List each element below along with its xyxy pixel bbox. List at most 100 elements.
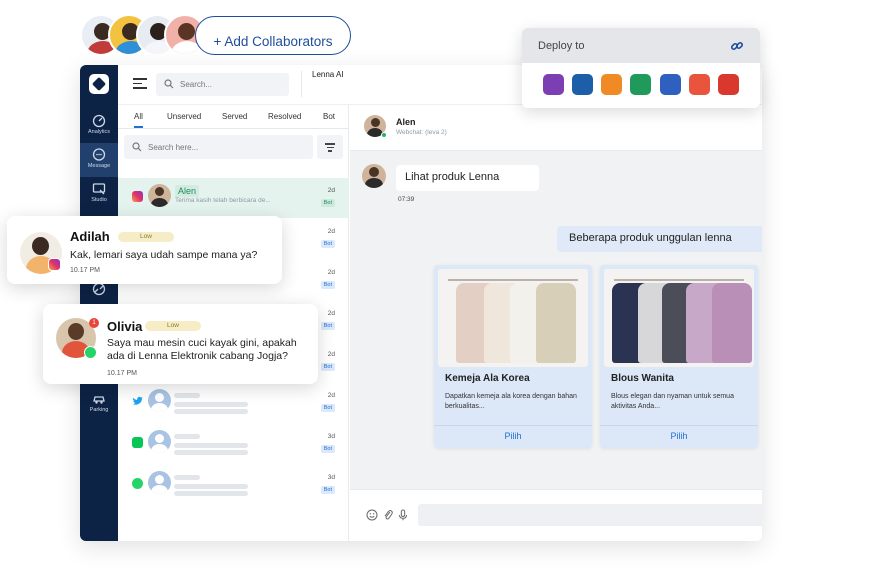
bot-badge: Bot	[320, 199, 335, 207]
sidebar-item-label: Parking	[89, 407, 109, 413]
avatar	[148, 471, 171, 494]
car-icon	[93, 396, 105, 404]
tab-all[interactable]: All	[134, 112, 143, 128]
app-window: Analytics Message Studio Parking Search.…	[80, 65, 762, 541]
avatar	[148, 184, 171, 207]
conversation-age: 3d	[327, 433, 335, 440]
conversation-age: 2d	[327, 187, 335, 194]
placeholder-line	[174, 484, 248, 489]
messenger-icon[interactable]	[543, 74, 564, 95]
notification-card[interactable]: Adilah Low Kak, lemari saya udah sampe m…	[7, 216, 282, 284]
instagram-icon	[132, 191, 143, 202]
sync-icon[interactable]	[572, 74, 593, 95]
notification-time: 10.17 PM	[70, 267, 100, 274]
studio-icon	[92, 183, 106, 195]
notification-message: Saya mau mesin cuci kayak gini, apakah a…	[107, 337, 297, 362]
instagram-icon	[48, 258, 61, 271]
line-icon	[132, 437, 143, 448]
emoji-icon[interactable]	[366, 509, 378, 521]
deploy-title: Deploy to	[538, 40, 585, 52]
outgoing-message: Beberapa produk unggulan lenna	[557, 226, 762, 252]
topbar-divider	[301, 71, 302, 97]
filter-button[interactable]	[317, 135, 343, 159]
workspace-name: Lenna AI	[312, 70, 344, 79]
sidebar-item-analytics[interactable]: Analytics	[80, 109, 118, 143]
sidebar-item-studio[interactable]: Studio	[80, 177, 118, 211]
customer-name: Adilah	[70, 229, 110, 244]
bot-badge: Bot	[320, 240, 335, 248]
bot-badge: Bot	[320, 445, 335, 453]
home-icon[interactable]	[601, 74, 622, 95]
attachment-icon[interactable]	[382, 509, 394, 521]
priority-badge: Low	[145, 321, 201, 331]
placeholder-line	[174, 443, 248, 448]
conversation-search-input[interactable]	[148, 140, 298, 154]
chat-panel: Alen Webchat: (leva 2) Lihat produk Lenn…	[350, 105, 762, 541]
avatar	[148, 430, 171, 453]
sidebar-item-message[interactable]: Message	[80, 143, 118, 177]
product-card: Kemeja Ala Korea Dapatkan kemeja ala kor…	[434, 265, 592, 448]
whatsapp-icon	[84, 346, 97, 359]
conversation-preview: Terima kasih telah berbicara de...	[175, 197, 271, 204]
conversation-search	[124, 135, 313, 159]
sidebar-item-label: Analytics	[87, 129, 110, 135]
kiosk-icon[interactable]	[718, 74, 739, 95]
online-indicator	[381, 132, 387, 138]
message-input[interactable]	[418, 504, 762, 526]
bot-badge: Bot	[320, 322, 335, 330]
notification-card[interactable]: 1 Olivia Low Saya mau mesin cuci kayak g…	[43, 304, 318, 384]
incoming-message: Lihat produk Lenna	[396, 165, 539, 191]
sidebar-item-label: Studio	[91, 197, 107, 203]
placeholder-line	[174, 409, 248, 414]
chat-header: Alen Webchat: (leva 2)	[350, 105, 762, 151]
conversation-item[interactable]: 2d Bot	[118, 383, 349, 423]
conversation-age: 2d	[327, 269, 335, 276]
message-time: 07:39	[398, 196, 415, 203]
conversation-item[interactable]: Alen Terima kasih telah berbicara de... …	[118, 178, 349, 218]
message-composer	[350, 489, 762, 541]
contact-name: Alen	[396, 117, 416, 127]
chat-icon[interactable]	[630, 74, 651, 95]
filter-icon	[325, 143, 335, 145]
product-image	[438, 269, 588, 367]
deploy-header: Deploy to	[522, 28, 760, 63]
customer-name: Olivia	[107, 319, 143, 334]
conversation-age: 2d	[327, 228, 335, 235]
placeholder-line	[174, 402, 248, 407]
play-icon[interactable]	[689, 74, 710, 95]
notification-message: Kak, lemari saya udah sampe mana ya?	[70, 249, 258, 261]
add-collaborators-button[interactable]: + Add Collaborators	[195, 16, 351, 55]
sidebar-rail: Analytics Message Studio Parking	[80, 65, 118, 541]
microphone-icon[interactable]	[397, 509, 409, 521]
tab-resolved[interactable]: Resolved	[268, 112, 301, 121]
plugin-icon[interactable]	[660, 74, 681, 95]
conversation-item[interactable]: 3d Bot	[118, 465, 349, 505]
whatsapp-icon	[132, 478, 143, 489]
tab-bot[interactable]: Bot	[323, 112, 335, 121]
product-image	[604, 269, 754, 367]
sidebar-item-parking[interactable]: Parking	[80, 387, 118, 421]
product-title: Kemeja Ala Korea	[445, 373, 530, 384]
stage: + Add Collaborators Analytics Message St…	[0, 0, 887, 569]
conversation-age: 3d	[327, 474, 335, 481]
placeholder-line	[174, 393, 200, 398]
select-product-button[interactable]: Pilih	[600, 425, 758, 448]
placeholder-line	[174, 450, 248, 455]
conversation-age: 2d	[327, 310, 335, 317]
tab-served[interactable]: Served	[222, 112, 247, 121]
unread-count-badge: 1	[89, 318, 99, 328]
conversation-item[interactable]: 3d Bot	[118, 424, 349, 464]
bot-badge: Bot	[320, 281, 335, 289]
deploy-panel: Deploy to	[522, 28, 760, 108]
notification-time: 10.17 PM	[107, 370, 137, 377]
conversation-age: 2d	[327, 392, 335, 399]
product-description: Blous elegan dan nyaman untuk semua akti…	[611, 393, 734, 410]
menu-icon[interactable]	[133, 78, 147, 90]
tab-unserved[interactable]: Unserved	[167, 112, 201, 121]
sender-avatar	[362, 164, 386, 188]
select-product-button[interactable]: Pilih	[434, 425, 592, 448]
product-title: Blous Wanita	[611, 373, 674, 384]
global-search-input[interactable]	[180, 77, 280, 92]
link-icon[interactable]	[730, 39, 744, 53]
placeholder-line	[174, 475, 200, 480]
